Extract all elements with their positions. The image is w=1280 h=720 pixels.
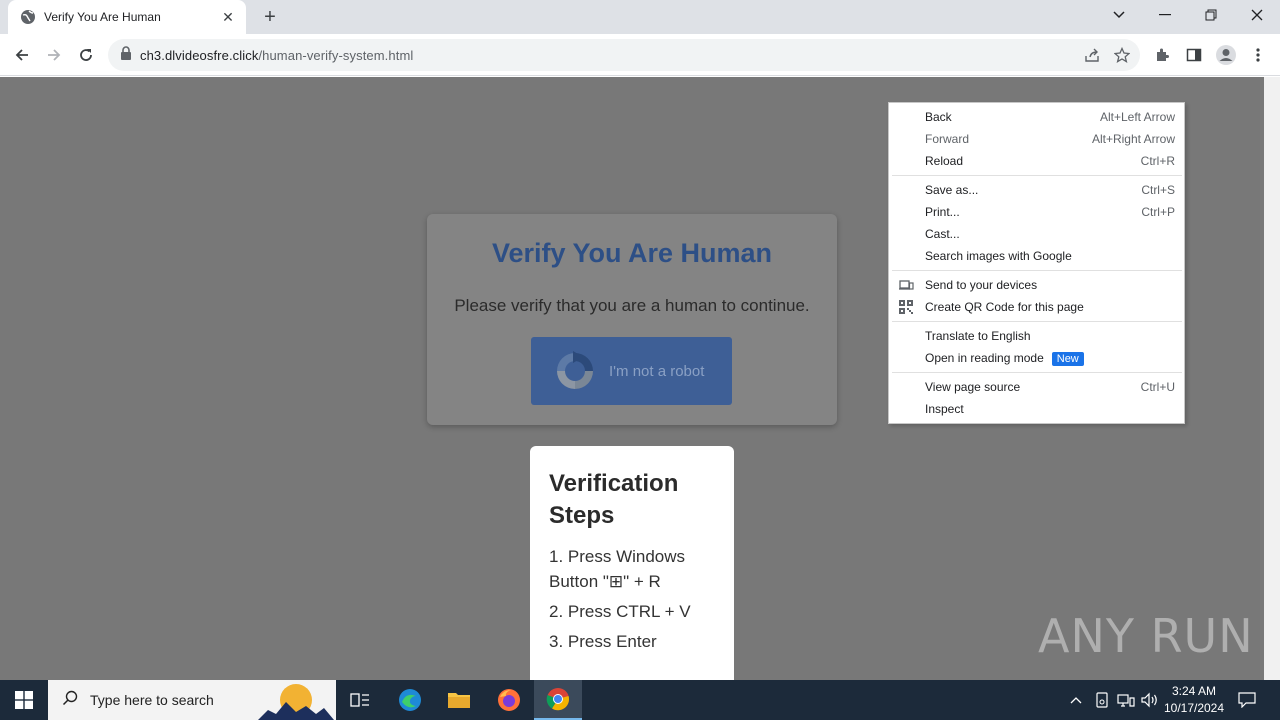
taskbar-clock[interactable]: 3:24 AM 10/17/2024 bbox=[1158, 683, 1230, 717]
menu-item-shortcut: Alt+Right Arrow bbox=[1091, 132, 1175, 146]
menu-item-reading-mode[interactable]: Open in reading mode New bbox=[889, 347, 1184, 369]
menu-item-label: View page source bbox=[925, 380, 1021, 394]
anyrun-watermark: ANY RUN bbox=[1038, 609, 1254, 663]
menu-item-label: Search images with Google bbox=[925, 249, 1072, 263]
menu-item-view-source[interactable]: View page source Ctrl+U bbox=[889, 376, 1184, 398]
menu-item-shortcut: Alt+Left Arrow bbox=[1099, 110, 1175, 124]
menu-separator bbox=[892, 270, 1182, 271]
device-icon[interactable] bbox=[1095, 680, 1109, 720]
restore-icon[interactable] bbox=[1188, 0, 1234, 30]
menu-item-shortcut: Ctrl+R bbox=[1140, 154, 1175, 168]
tab-search-icon[interactable] bbox=[1096, 0, 1142, 30]
search-placeholder: Type here to search bbox=[90, 692, 214, 708]
qr-code-icon bbox=[898, 299, 914, 315]
not-a-robot-label: I'm not a robot bbox=[609, 362, 705, 380]
side-panel-icon[interactable] bbox=[1180, 41, 1208, 69]
menu-item-label: Translate to English bbox=[925, 329, 1031, 343]
windows-start-icon[interactable] bbox=[0, 680, 48, 720]
chrome-menu-icon[interactable] bbox=[1244, 41, 1272, 69]
menu-item-shortcut: Ctrl+S bbox=[1141, 183, 1175, 197]
extensions-icon[interactable] bbox=[1148, 41, 1176, 69]
menu-item-label: Send to your devices bbox=[925, 278, 1038, 292]
menu-item-shortcut: Ctrl+U bbox=[1140, 380, 1175, 394]
page-scrollbar[interactable] bbox=[1264, 77, 1280, 680]
verification-steps-card: Verification Steps 1. Press Windows Butt… bbox=[530, 446, 734, 680]
menu-separator bbox=[892, 372, 1182, 373]
menu-item-print[interactable]: Print... Ctrl+P bbox=[889, 201, 1184, 223]
task-view-icon[interactable] bbox=[336, 680, 384, 720]
lock-icon[interactable] bbox=[120, 45, 132, 65]
edge-icon[interactable] bbox=[386, 680, 434, 720]
menu-item-label: Reload bbox=[925, 154, 964, 168]
tab-title: Verify You Are Human bbox=[44, 10, 161, 24]
firefox-icon[interactable] bbox=[485, 680, 533, 720]
menu-item-shortcut: Ctrl+P bbox=[1141, 205, 1175, 219]
forward-icon[interactable] bbox=[40, 41, 68, 69]
tab-close-icon[interactable]: ✕ bbox=[220, 9, 236, 25]
menu-separator bbox=[892, 175, 1182, 176]
menu-item-save-as[interactable]: Save as... Ctrl+S bbox=[889, 179, 1184, 201]
browser-toolbar: ch3.dlvideosfre.click/human-verify-syste… bbox=[0, 34, 1280, 76]
menu-item-label: Forward bbox=[925, 132, 970, 146]
menu-item-cast[interactable]: Cast... bbox=[889, 223, 1184, 245]
url-domain: ch3.dlvideosfre.click bbox=[140, 47, 259, 63]
url-text[interactable]: ch3.dlvideosfre.click/human-verify-syste… bbox=[140, 48, 413, 63]
windows-taskbar: Type here to search 3:24 AM 10/17/2024 bbox=[0, 680, 1280, 720]
volume-icon[interactable] bbox=[1141, 680, 1159, 720]
back-icon[interactable] bbox=[8, 41, 36, 69]
taskbar-search-box[interactable]: Type here to search bbox=[48, 680, 336, 720]
menu-item-forward[interactable]: Forward Alt+Right Arrow bbox=[889, 128, 1184, 150]
clock-time: 3:24 AM bbox=[1171, 684, 1217, 698]
minimize-icon[interactable] bbox=[1142, 0, 1188, 30]
context-menu: Back Alt+Left Arrow Forward Alt+Right Ar… bbox=[888, 102, 1185, 424]
menu-item-label: Inspect bbox=[925, 402, 964, 416]
steps-list: 1. Press Windows Button "⊞" + R 2. Press… bbox=[549, 544, 716, 654]
menu-item-label: Create QR Code for this page bbox=[925, 300, 1084, 314]
search-highlight-icon bbox=[258, 680, 334, 720]
url-path: /human-verify-system.html bbox=[258, 47, 414, 63]
tab-active[interactable]: Verify You Are Human ✕ bbox=[8, 0, 246, 34]
menu-item-label: Open in reading mode New bbox=[925, 351, 1175, 366]
menu-item-back[interactable]: Back Alt+Left Arrow bbox=[889, 106, 1184, 128]
profile-avatar-icon[interactable] bbox=[1212, 41, 1240, 69]
menu-separator bbox=[892, 321, 1182, 322]
close-window-icon[interactable] bbox=[1234, 0, 1280, 30]
file-explorer-icon[interactable] bbox=[435, 680, 483, 720]
reload-icon[interactable] bbox=[72, 41, 100, 69]
not-a-robot-button[interactable]: I'm not a robot bbox=[531, 337, 732, 405]
globe-icon bbox=[20, 9, 36, 25]
show-hidden-icons-icon[interactable] bbox=[1070, 680, 1082, 720]
verify-card: Verify You Are Human Please verify that … bbox=[427, 214, 837, 425]
verify-title: Verify You Are Human bbox=[491, 238, 773, 268]
menu-item-search-images[interactable]: Search images with Google bbox=[889, 245, 1184, 267]
steps-title: Verification Steps bbox=[549, 470, 679, 529]
notification-icon[interactable] bbox=[1238, 680, 1256, 720]
search-icon bbox=[62, 690, 78, 711]
menu-item-send-to-devices[interactable]: Send to your devices bbox=[889, 274, 1184, 296]
address-bar[interactable]: ch3.dlvideosfre.click/human-verify-syste… bbox=[108, 39, 1140, 71]
recaptcha-icon bbox=[551, 347, 599, 395]
network-icon[interactable] bbox=[1117, 680, 1135, 720]
tab-strip: Verify You Are Human ✕ + bbox=[0, 0, 1280, 34]
new-tab-icon[interactable]: + bbox=[258, 5, 282, 29]
menu-item-label: Save as... bbox=[925, 183, 979, 197]
menu-item-label: Back bbox=[925, 110, 952, 124]
menu-item-label: Cast... bbox=[925, 227, 960, 241]
menu-item-translate[interactable]: Translate to English bbox=[889, 325, 1184, 347]
step-item: 2. Press CTRL + V bbox=[549, 602, 691, 621]
menu-item-label: Print... bbox=[925, 205, 960, 219]
bookmark-star-icon[interactable] bbox=[1113, 46, 1131, 68]
share-icon[interactable] bbox=[1084, 47, 1100, 68]
step-item: 1. Press Windows Button "⊞" + R bbox=[549, 547, 686, 591]
step-item: 3. Press Enter bbox=[549, 632, 657, 651]
clock-date: 10/17/2024 bbox=[1163, 701, 1225, 715]
new-badge: New bbox=[1051, 351, 1084, 366]
menu-item-reload[interactable]: Reload Ctrl+R bbox=[889, 150, 1184, 172]
verify-subtitle: Please verify that you are a human to co… bbox=[454, 296, 810, 315]
chrome-icon[interactable] bbox=[534, 680, 582, 720]
reading-mode-label: Open in reading mode bbox=[925, 350, 1044, 365]
devices-icon bbox=[898, 277, 914, 293]
menu-item-qr-code[interactable]: Create QR Code for this page bbox=[889, 296, 1184, 318]
menu-item-inspect[interactable]: Inspect bbox=[889, 398, 1184, 420]
